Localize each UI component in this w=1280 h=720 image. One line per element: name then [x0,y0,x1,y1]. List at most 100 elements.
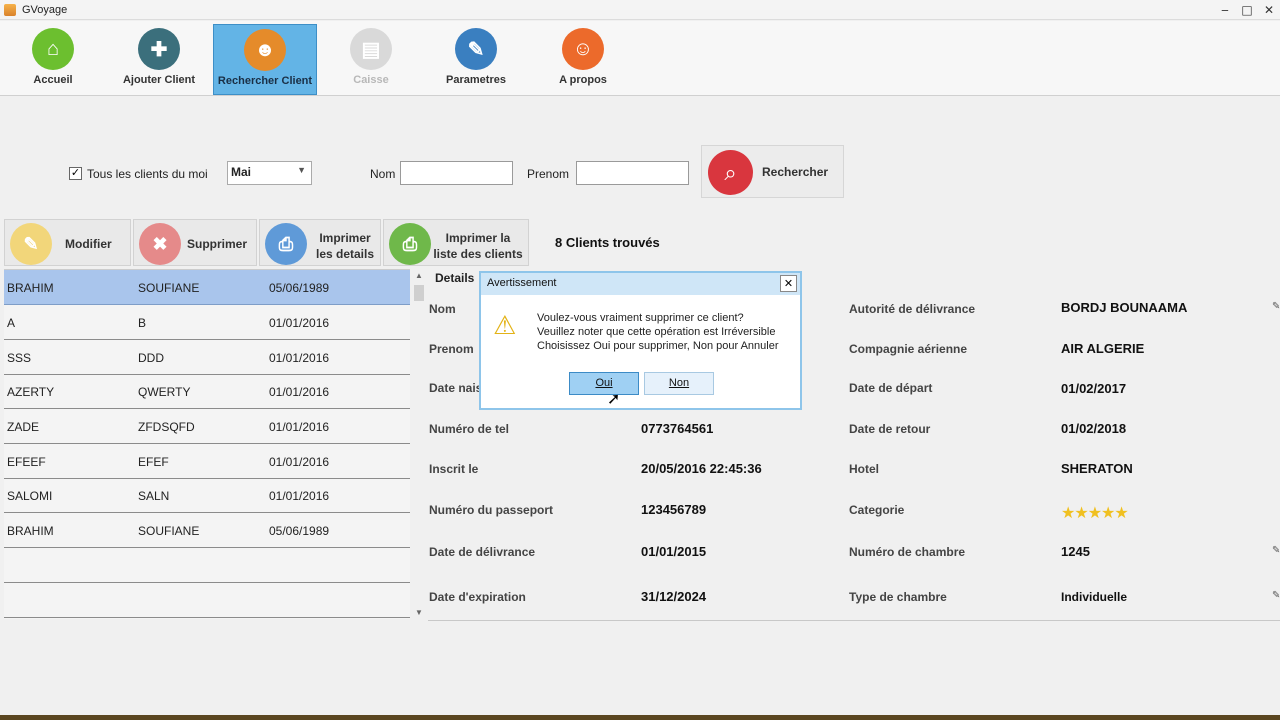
print-list-line2: liste des clients [433,247,523,261]
dialog-message-line3: Choisissez Oui pour supprimer, Non pour … [537,340,779,352]
print-list-button[interactable]: ⎙ Imprimer la liste des clients [383,219,529,266]
taskbar-strip [0,715,1280,720]
list-item[interactable]: SSS DDD 01/01/2016 [4,340,410,375]
detail-label-autorite: Autorité de délivrance [849,302,976,316]
client-prenom: SALN [138,489,170,503]
list-item[interactable]: AZERTY QWERTY 01/01/2016 [4,374,410,409]
list-item-empty [4,583,410,618]
list-item[interactable]: BRAHIM SOUFIANE 05/06/1989 [4,270,410,305]
detail-label-type-chambre: Type de chambre [849,590,947,604]
search-button[interactable]: ⌕ Rechercher [701,145,844,198]
month-select[interactable]: Mai ▼ [227,161,312,185]
printer-icon: ⎙ [389,223,431,265]
client-prenom: QWERTY [138,385,191,399]
wrench-icon: ✎ [455,28,497,70]
client-nom: BRAHIM [7,524,54,538]
dialog-message-line2: Veuillez noter que cette opération est I… [537,326,776,338]
list-scrollbar[interactable]: ▲ ▼ [412,269,426,619]
client-date: 05/06/1989 [269,524,330,538]
print-details-line2: les details [315,247,375,261]
minimize-button[interactable]: ‒ [1214,0,1236,20]
toolbar-label: Parametres [446,74,506,86]
all-month-checkbox[interactable]: ✓ [69,167,82,180]
client-prenom: SOUFIANE [138,281,200,295]
client-date: 01/01/2016 [269,385,330,399]
scroll-thumb[interactable] [414,285,424,301]
detail-label-categorie: Categorie [849,503,905,517]
detail-label-inscrit: Inscrit le [429,462,479,476]
details-title: Details [435,271,475,285]
yes-button[interactable]: Oui [569,372,639,395]
toolbar-accueil[interactable]: ⌂ Accueil [1,24,105,95]
detail-value-passeport: 123456789 [641,502,707,517]
detail-value-autorite: BORDJ BOUNAAMA [1061,300,1188,315]
search-user-icon: ☻ [244,29,286,71]
list-item[interactable]: BRAHIM SOUFIANE 05/06/1989 [4,513,410,548]
toolbar-ajouter-client[interactable]: ✚ Ajouter Client [107,24,211,95]
print-details-button[interactable]: ⎙ Imprimer les details [259,219,381,266]
detail-label-nom: Nom [429,302,456,316]
warning-icon: ⚠ [493,311,517,341]
detail-value-depart: 01/02/2017 [1061,381,1127,396]
prenom-input[interactable] [576,161,689,185]
toolbar-label: Accueil [33,74,73,86]
list-item[interactable]: SALOMI SALN 01/01/2016 [4,478,410,513]
close-icon[interactable]: ✕ [780,275,797,292]
nom-label: Nom [370,167,396,181]
client-prenom: SOUFIANE [138,524,200,538]
window-title: GVoyage [22,3,68,16]
client-prenom: DDD [138,351,164,365]
nom-input[interactable] [400,161,513,185]
edit-pencil-icon[interactable]: ✎ [1272,590,1280,601]
toolbar-label: Rechercher Client [217,75,313,87]
client-date: 01/01/2016 [269,420,330,434]
edit-pencil-icon[interactable]: ✎ [1272,545,1280,556]
detail-label-chambre: Numéro de chambre [849,545,966,559]
group-icon: ☺ [562,28,604,70]
all-month-label: Tous les clients du moi [87,167,208,181]
window-controls: ‒ □ ✕ [1214,0,1280,20]
client-nom: AZERTY [7,385,55,399]
prenom-label: Prenom [527,167,570,181]
toolbar-parametres[interactable]: ✎ Parametres [424,24,528,95]
clients-found-count: 8 Clients trouvés [555,235,660,250]
dialog-message-line1: Voulez-vous vraiment supprimer ce client… [537,312,744,324]
mouse-cursor-icon: ➚ [607,389,621,408]
scroll-up-icon[interactable]: ▲ [412,271,426,280]
delete-user-icon: ✖ [139,223,181,265]
maximize-button[interactable]: □ [1236,0,1258,20]
list-item[interactable]: ZADE ZFDSQFD 01/01/2016 [4,409,410,444]
detail-label-tel: Numéro de tel [429,422,510,436]
client-date: 01/01/2016 [269,489,330,503]
dialog-message: Voulez-vous vraiment supprimer ce client… [537,311,779,353]
detail-value-inscrit: 20/05/2016 22:45:36 [641,461,762,476]
modify-label: Modifier [65,237,112,251]
list-item[interactable]: A B 01/01/2016 [4,305,410,340]
hotel-rating-stars-icon: ★★★★★ [1061,503,1129,522]
client-prenom: ZFDSQFD [138,420,195,434]
client-prenom: B [138,316,147,330]
detail-label-delivrance: Date de délivrance [429,545,536,559]
toolbar-rechercher-client[interactable]: ☻ Rechercher Client [213,24,317,95]
detail-label-depart: Date de départ [849,381,933,395]
list-item-empty [4,548,410,583]
client-prenom: EFEF [138,455,169,469]
toolbar-caisse[interactable]: ▤ Caisse [319,24,423,95]
detail-label-expiration: Date d'expiration [429,590,526,604]
detail-label-date-naissance: Date nais [429,381,483,395]
client-nom: SALOMI [7,489,53,503]
delete-button[interactable]: ✖ Supprimer [133,219,257,266]
no-button[interactable]: Non [644,372,714,395]
list-item[interactable]: EFEEF EFEF 01/01/2016 [4,444,410,479]
dialog-title: Avertissement [487,277,557,289]
close-window-button[interactable]: ✕ [1258,0,1280,20]
modify-button[interactable]: ✎ Modifier [4,219,131,266]
home-icon: ⌂ [32,28,74,70]
client-nom: ZADE [7,420,40,434]
client-nom: A [7,316,16,330]
client-nom: BRAHIM [7,281,54,295]
toolbar-a-propos[interactable]: ☺ A propos [531,24,635,95]
scroll-down-icon[interactable]: ▼ [412,608,426,617]
detail-label-compagnie: Compagnie aérienne [849,342,968,356]
edit-pencil-icon[interactable]: ✎ [1272,301,1280,312]
